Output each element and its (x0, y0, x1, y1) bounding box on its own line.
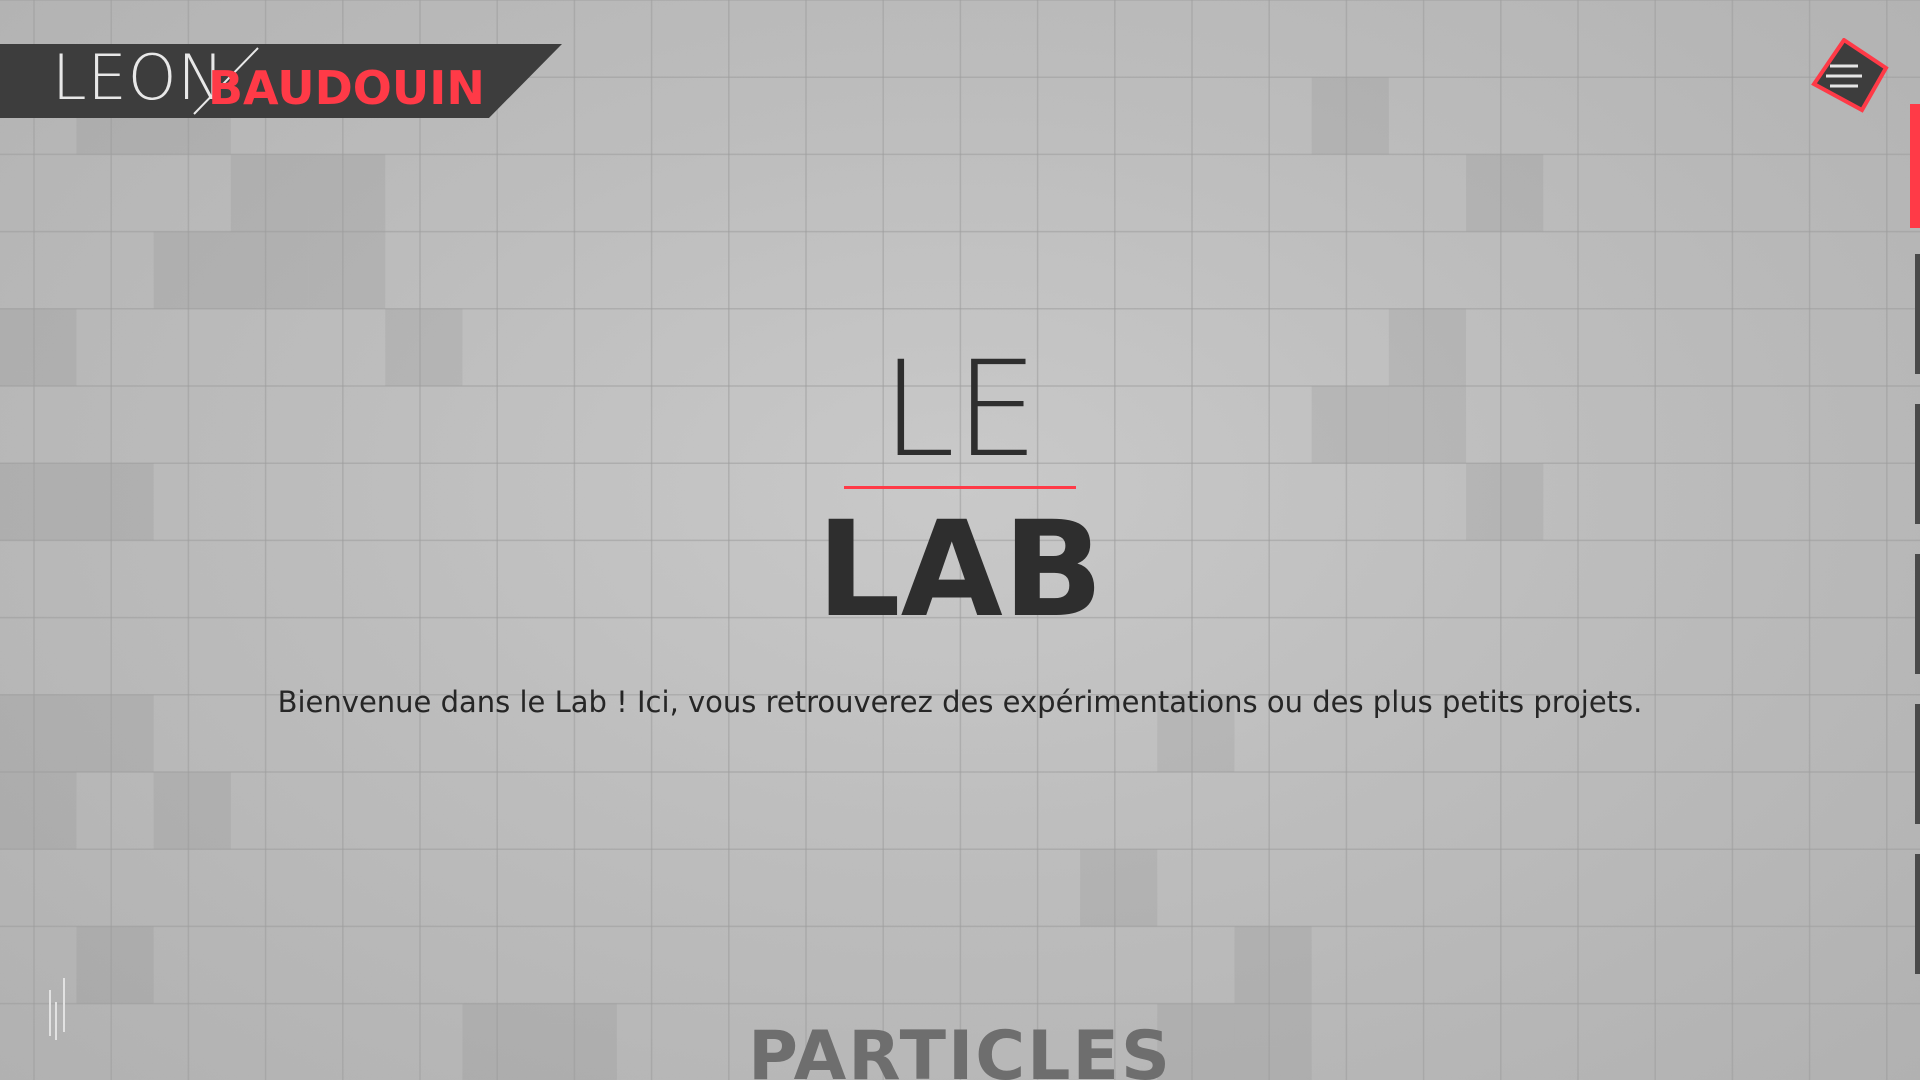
section-nav (1910, 0, 1920, 1080)
grid-cell-shade (76, 926, 154, 1004)
nav-item-4[interactable] (1915, 554, 1920, 674)
grid-cell-shade (230, 231, 309, 309)
sound-toggle[interactable] (44, 976, 74, 1042)
grid-cell-shade (153, 231, 231, 309)
nav-item-5[interactable] (1915, 704, 1920, 824)
grid-cell-shade (1080, 849, 1158, 927)
grid-cell-shade (1234, 926, 1312, 1004)
hamburger-icon (1811, 37, 1889, 113)
hero-intro-text: Bienvenue dans le Lab ! Ici, vous retrou… (277, 685, 1643, 719)
grid-cell-shade (153, 772, 231, 850)
grid-cell-shade (0, 772, 77, 850)
grid-cell-shade (1311, 77, 1389, 155)
logo-last-name[interactable]: BAUDOUIN (208, 60, 485, 116)
menu-button[interactable] (1800, 37, 1890, 114)
nav-item-2[interactable] (1915, 254, 1920, 374)
hero-title-bottom: LAB (816, 493, 1104, 647)
title-divider (844, 486, 1076, 489)
nav-item-3[interactable] (1915, 404, 1920, 524)
nav-item-1[interactable] (1910, 104, 1920, 228)
grid-cell-shade (308, 154, 386, 232)
grid-cell-shade (230, 154, 309, 232)
sound-bars-icon (49, 978, 65, 1040)
section-title-particles[interactable]: PARTICLES (0, 1012, 1920, 1080)
hero-title-top: LE (881, 333, 1039, 487)
grid-cell-shade (308, 231, 386, 309)
grid-cell-shade (1466, 154, 1544, 232)
nav-item-6[interactable] (1915, 854, 1920, 974)
